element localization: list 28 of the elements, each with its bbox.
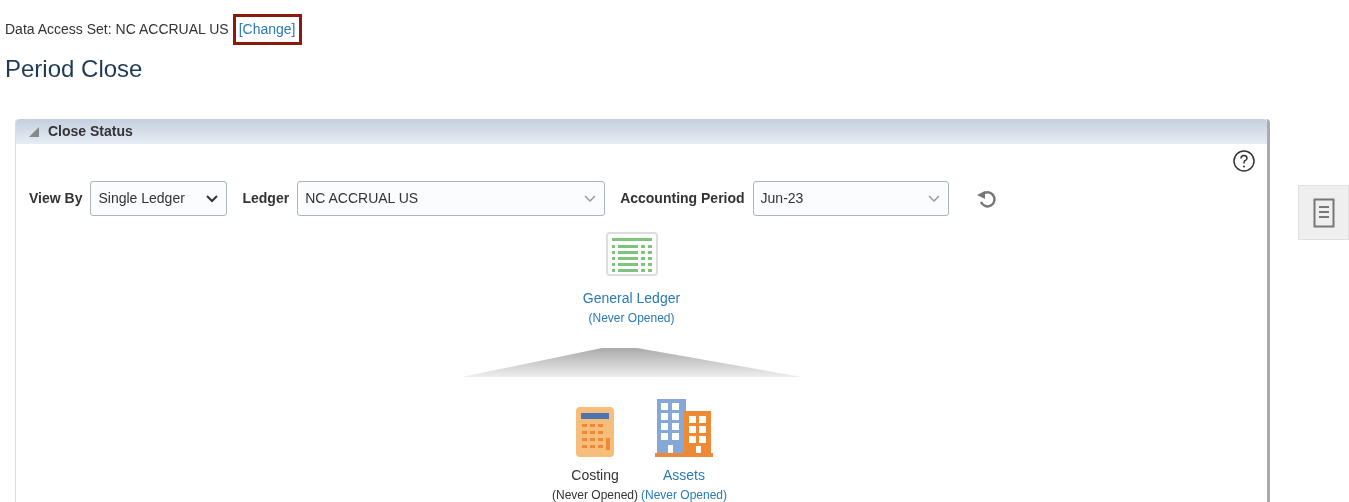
- dropdown-field[interactable]: Jun-23: [752, 181, 949, 216]
- ledger-icon: [605, 232, 658, 276]
- panel-title: Close Status: [48, 122, 133, 141]
- module-status: (Never Opened): [551, 487, 638, 502]
- page-title: Period Close: [4, 54, 144, 84]
- collapse-triangle-icon[interactable]: [28, 125, 40, 138]
- filter-label: Accounting Period: [620, 189, 745, 208]
- module-name[interactable]: Assets: [663, 465, 705, 486]
- change-link[interactable]: [Change]: [232, 14, 302, 45]
- refresh-icon[interactable]: [975, 188, 998, 209]
- module-name[interactable]: General Ledger: [582, 288, 681, 309]
- buildings-icon: [655, 399, 713, 457]
- help-icon[interactable]: [1233, 150, 1255, 172]
- module-status: (Never Opened): [588, 310, 675, 327]
- dropdown-field[interactable]: Single Ledger: [90, 181, 228, 216]
- side-panel-button[interactable]: [1298, 185, 1349, 240]
- data-access-label: Data Access Set:: [5, 20, 112, 39]
- module-name: Costing: [571, 466, 619, 485]
- data-access-value: NC ACCRUAL US: [115, 20, 229, 39]
- filter-label: View By: [29, 189, 83, 208]
- dropdown-field[interactable]: NC ACCRUAL US: [297, 181, 606, 216]
- module-status: (Never Opened): [640, 487, 727, 502]
- document-icon: [1312, 197, 1335, 228]
- chevron-down-icon: [205, 193, 220, 204]
- calculator-icon: [576, 407, 614, 457]
- chevron-down-icon: [583, 193, 598, 204]
- chevron-down-icon: [926, 193, 941, 204]
- filter-label: Ledger: [242, 189, 290, 208]
